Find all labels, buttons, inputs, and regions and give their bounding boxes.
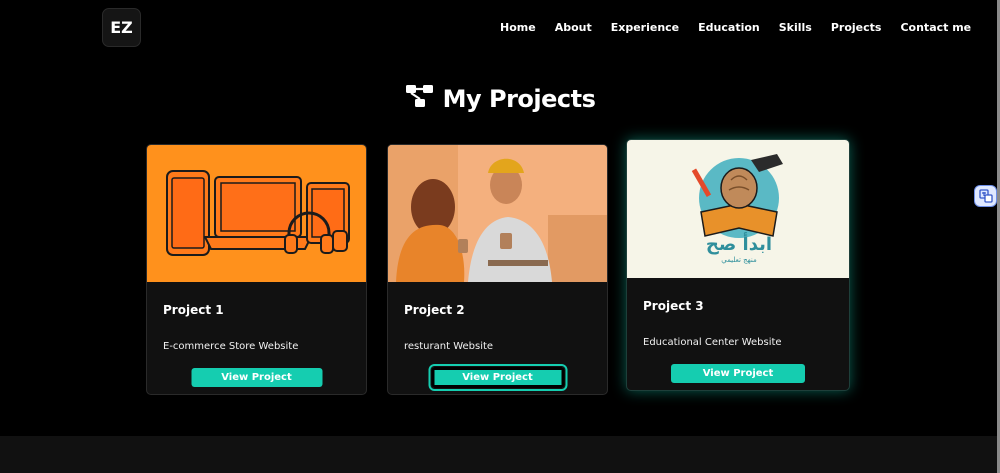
footer-bar xyxy=(0,436,997,473)
page: EZ Home About Experience Education Skill… xyxy=(0,0,1000,473)
project-card-3: ابدأ صح منهج تعليمي Project 3 Educationa… xyxy=(626,139,850,391)
view-project-button[interactable]: View Project xyxy=(428,364,567,391)
main-nav: Home About Experience Education Skills P… xyxy=(490,21,971,34)
site-logo[interactable]: EZ xyxy=(102,8,141,47)
view-project-button[interactable]: View Project xyxy=(671,364,805,383)
section-title: My Projects xyxy=(442,84,596,113)
project-card-1: Project 1 E-commerce Store Website View … xyxy=(146,144,367,395)
project-title: Project 2 xyxy=(404,303,465,317)
translate-icon[interactable] xyxy=(974,185,997,207)
project-title: Project 3 xyxy=(643,299,704,313)
sitemap-icon xyxy=(405,84,435,113)
logo-arabic-text: ابدأ صح xyxy=(705,234,773,255)
cafe-couple-photo xyxy=(388,145,607,282)
project-description: E-commerce Store Website xyxy=(163,341,299,352)
section-header: My Projects xyxy=(0,84,1000,113)
nav-education[interactable]: Education xyxy=(698,21,760,34)
nav-about[interactable]: About xyxy=(555,21,592,34)
nav-home[interactable]: Home xyxy=(500,21,536,34)
project-description: Educational Center Website xyxy=(643,337,782,348)
nav-experience[interactable]: Experience xyxy=(611,21,679,34)
nav-contact[interactable]: Contact me xyxy=(900,21,971,34)
logo-arabic-subtext: منهج تعليمي xyxy=(721,256,757,264)
education-logo: ابدأ صح منهج تعليمي xyxy=(627,140,849,278)
project-card-2: Project 2 resturant Website View Project xyxy=(387,144,608,395)
view-project-button[interactable]: View Project xyxy=(191,368,322,387)
project-title: Project 1 xyxy=(163,303,224,317)
project-description: resturant Website xyxy=(404,341,494,352)
devices-illustration xyxy=(147,145,366,282)
nav-projects[interactable]: Projects xyxy=(831,21,882,34)
nav-skills[interactable]: Skills xyxy=(779,21,812,34)
